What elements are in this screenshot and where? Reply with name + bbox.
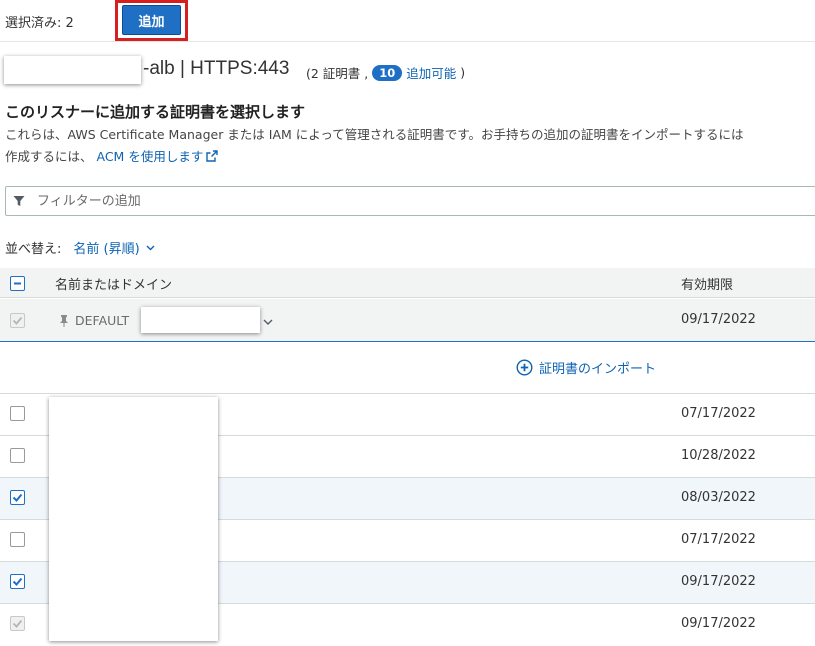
chevron-down-icon — [146, 245, 155, 250]
sort-control: 並べ替え: 名前 (昇順) — [5, 238, 155, 257]
row-expiration: 09/17/2022 — [681, 616, 756, 631]
default-expiration: 09/17/2022 — [681, 312, 756, 327]
available-count-badge: 10 — [372, 64, 403, 81]
check-icon — [12, 619, 23, 628]
row-expiration: 09/17/2022 — [681, 574, 756, 589]
row-checkbox[interactable] — [10, 406, 25, 421]
default-row-checkbox — [10, 313, 25, 328]
available-link[interactable]: 追加可能 — [406, 63, 456, 82]
filter-box[interactable] — [5, 186, 815, 216]
row-expiration: 10/28/2022 — [681, 448, 756, 463]
default-label: DEFAULT — [59, 313, 129, 328]
pin-icon — [60, 314, 68, 327]
row-checkbox[interactable] — [10, 490, 25, 505]
column-header-name[interactable]: 名前またはドメイン — [55, 274, 172, 293]
cert-suffix: ) — [460, 65, 466, 80]
acm-link-label: ACM を使用します — [96, 149, 204, 164]
row-expiration: 07/17/2022 — [681, 406, 756, 421]
row-checkbox[interactable] — [10, 532, 25, 547]
check-icon — [12, 577, 23, 586]
acm-link[interactable]: ACM を使用します — [97, 149, 219, 164]
plus-circle-icon — [516, 359, 533, 376]
row-checkbox — [10, 616, 25, 631]
external-link-icon — [206, 150, 219, 162]
section-title: このリスナーに追加する証明書を選択します — [5, 103, 306, 121]
section-description: これらは、AWS Certificate Manager または IAM によっ… — [5, 124, 815, 168]
description-line-2: 作成するには、 ACM を使用します — [5, 146, 815, 168]
chevron-down-icon — [263, 319, 273, 325]
row-checkbox[interactable] — [10, 448, 25, 463]
default-label-text: DEFAULT — [75, 313, 130, 328]
filter-icon — [13, 196, 25, 206]
check-icon — [12, 316, 23, 325]
listener-cert-info: (2 証明書 , 10 追加可能) — [306, 63, 465, 82]
sort-dropdown[interactable]: 名前 (昇順) — [73, 238, 155, 257]
select-all-checkbox[interactable] — [10, 276, 25, 291]
cert-count-text: (2 証明書 , — [306, 66, 369, 81]
redacted-listener-name — [4, 56, 141, 84]
description-line-1: これらは、AWS Certificate Manager または IAM によっ… — [5, 127, 744, 142]
redacted-default-cert — [141, 307, 260, 333]
redacted-cert-names — [49, 397, 218, 641]
sort-value: 名前 (昇順) — [73, 242, 140, 257]
filter-input[interactable] — [35, 192, 735, 210]
listener-title: -alb | HTTPS:443 — [143, 58, 290, 79]
import-cert-label: 証明書のインポート — [539, 362, 657, 377]
row-expiration: 07/17/2022 — [681, 532, 756, 547]
description-line-2-text: 作成するには、 — [5, 149, 93, 164]
minus-icon — [14, 282, 21, 285]
add-button[interactable]: 追加 — [122, 5, 181, 35]
row-expiration: 08/03/2022 — [681, 490, 756, 505]
row-checkbox[interactable] — [10, 574, 25, 589]
selected-count: 選択済み: 2 — [5, 16, 74, 31]
column-header-expiration[interactable]: 有効期限 — [681, 274, 733, 293]
import-cert-link[interactable]: 証明書のインポート — [516, 358, 656, 377]
default-expand-toggle[interactable] — [263, 315, 273, 330]
sort-label: 並べ替え: — [5, 242, 62, 257]
check-icon — [12, 493, 23, 502]
